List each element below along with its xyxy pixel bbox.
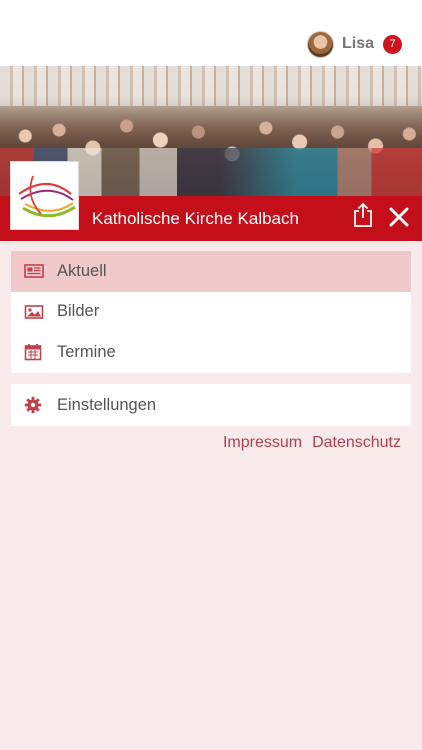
menu-item-bilder[interactable]: Bilder bbox=[11, 292, 411, 333]
datenschutz-link[interactable]: Datenschutz bbox=[312, 434, 401, 452]
share-button[interactable] bbox=[350, 200, 376, 230]
page-title: Katholische Kirche Kalbach bbox=[92, 208, 299, 228]
user-name[interactable]: Lisa bbox=[342, 35, 374, 53]
logo-graphic bbox=[18, 175, 76, 218]
avatar[interactable] bbox=[306, 30, 334, 58]
top-bar: Lisa 7 bbox=[0, 0, 422, 66]
settings-card: Einstellungen bbox=[11, 384, 411, 426]
menu-item-aktuell[interactable]: Aktuell bbox=[11, 251, 411, 292]
menu-item-label: Aktuell bbox=[57, 261, 107, 280]
menu-item-termine[interactable]: Termine bbox=[11, 332, 411, 373]
close-icon bbox=[389, 207, 409, 227]
user-profile[interactable]: Lisa 7 bbox=[306, 30, 402, 58]
menu-item-label: Bilder bbox=[57, 302, 100, 321]
close-button[interactable] bbox=[386, 204, 412, 230]
calendar-icon bbox=[24, 342, 44, 362]
menu-item-einstellungen[interactable]: Einstellungen bbox=[11, 384, 411, 426]
menu-card: Aktuell Bilder Termine bbox=[11, 251, 411, 373]
parish-logo bbox=[10, 161, 79, 230]
menu-item-label: Termine bbox=[57, 342, 116, 361]
share-icon bbox=[354, 202, 372, 227]
footer-links: Impressum Datenschutz bbox=[223, 434, 401, 452]
impressum-link[interactable]: Impressum bbox=[223, 434, 302, 452]
image-icon bbox=[24, 302, 44, 322]
newspaper-icon bbox=[24, 261, 44, 281]
notification-badge[interactable]: 7 bbox=[383, 34, 402, 54]
gear-icon bbox=[24, 395, 44, 415]
menu-item-label: Einstellungen bbox=[57, 395, 157, 414]
